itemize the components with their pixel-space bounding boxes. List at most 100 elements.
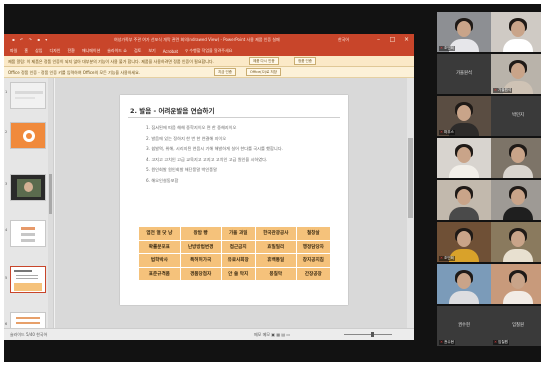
participant-name: 임칠원: [498, 340, 508, 344]
participant-tile[interactable]: [437, 180, 491, 220]
thumb-number: 3: [5, 182, 8, 186]
table-row: 엽전 열 닷 냥 왕밤 빵 가을 과일 한국관광공사 철창살: [138, 226, 332, 241]
tell-me-search[interactable]: ⚲ 수행할 작업을 알려주세요: [185, 48, 232, 54]
instruction-list: 1. 집서된에 따음 해해 중학지이오 면 한 중해지이오 2. 발음에 있는 …: [146, 125, 283, 188]
instruction-item: 2. 발음에 있는 정하지 한 번 한 연결해 지이오: [146, 135, 227, 141]
slide-thumbnail[interactable]: [10, 174, 46, 201]
word-cell: 안 쓸 막지: [220, 266, 256, 281]
tab-review[interactable]: 검토: [134, 48, 141, 54]
tab-design[interactable]: 디자인: [49, 48, 60, 54]
tab-insert[interactable]: 삽입: [35, 48, 42, 54]
instruction-item: 3. 쉽발역, 위해, 시리지된 연음시 기해 해발하게 실어 한다를 국시를 …: [146, 146, 283, 151]
participant-face: [511, 273, 525, 289]
participant-tile[interactable]: [491, 138, 541, 178]
tab-file[interactable]: 파일: [10, 48, 17, 54]
thumb-number: 1: [5, 90, 8, 94]
minimize-icon[interactable]: –: [375, 36, 382, 43]
powerpoint-window: ▪ ↶ ↷ ▪ ▾ 여성가족부 주관 여가 선포식 개막 관련 회의(ndraw…: [4, 34, 414, 340]
participant-tile[interactable]: [437, 264, 491, 304]
view-buttons[interactable]: 메모 메모 ▣ ▦ ▤ ▭: [254, 332, 290, 338]
thumb-number: 5: [5, 276, 8, 280]
slide-canvas[interactable]: 2. 발음 - 어려운발음 연습하기 1. 집서된에 따음 해해 중학지이오 면…: [120, 95, 348, 305]
participant-face: [511, 63, 525, 79]
slide-editor[interactable]: 2. 발음 - 어려운발음 연습하기 1. 집서된에 따음 해해 중학지이오 면…: [55, 78, 414, 328]
tab-acrobat[interactable]: Acrobat: [163, 49, 178, 54]
participant-tile[interactable]: ✕조민희: [437, 222, 491, 262]
participant-face: [457, 189, 471, 205]
slide-thumbnail[interactable]: [10, 122, 46, 149]
slide-thumbnail[interactable]: [10, 220, 46, 247]
participant-face: [511, 21, 525, 37]
participant-body: [503, 207, 533, 220]
zoom-slider[interactable]: [344, 334, 392, 335]
participant-face: [511, 231, 525, 247]
participant-tile[interactable]: ✕조민희: [437, 12, 491, 52]
participant-tile[interactable]: [491, 264, 541, 304]
participant-name-label: ✕가을원석: [493, 88, 513, 93]
close-icon[interactable]: ×: [403, 36, 410, 43]
scroll-thumb[interactable]: [49, 174, 52, 214]
tab-animations[interactable]: 애니메이션: [82, 48, 100, 54]
participant-name: 조민희: [444, 256, 454, 260]
participant-face: [457, 105, 471, 121]
tab-home[interactable]: 홈: [24, 48, 28, 54]
participant-tile[interactable]: [437, 138, 491, 178]
thumb-number: 6: [5, 322, 8, 326]
mic-muted-icon: ✕: [494, 340, 498, 344]
table-row: 확률분포표 난방방법변경 접근금지 효밀밀리 행정담당자: [138, 239, 332, 254]
word-cell: 가을 과일: [220, 226, 256, 241]
tab-slideshow[interactable]: 슬라이드 쇼: [107, 48, 127, 54]
participant-name: 조민희: [444, 46, 454, 50]
word-cell: 확률분포표: [138, 239, 181, 254]
screen: ▪ ↶ ↷ ▪ ▾ 여성가족부 주관 여가 선포식 개막 관련 회의(ndraw…: [4, 4, 541, 362]
thumbnail-scrollbar[interactable]: [48, 78, 53, 328]
participant-face: [457, 273, 471, 289]
participant-tile[interactable]: 임칠원 ✕임칠원: [491, 306, 541, 346]
participant-name-label: ✕권수현: [439, 340, 455, 345]
tab-view[interactable]: 보기: [148, 48, 155, 54]
participant-tile[interactable]: 박민지: [491, 96, 541, 136]
activate-button[interactable]: 정품 인증: [294, 57, 316, 65]
participant-name-label: ✕마우스: [439, 130, 455, 135]
participant-face: [457, 21, 471, 37]
maximize-icon[interactable]: □: [389, 36, 396, 43]
slide-thumbnail[interactable]: [10, 82, 46, 109]
participant-tile[interactable]: [491, 180, 541, 220]
participant-tile[interactable]: ✕가을원석: [491, 54, 541, 94]
participant-tile[interactable]: [491, 222, 541, 262]
word-cell: 효밀밀리: [254, 239, 297, 254]
instruction-item: 5. 원인회발 원인회발 해단풍말 박인풍말: [146, 167, 217, 172]
editor-scrollbar[interactable]: [407, 78, 414, 328]
window-controls: – □ ×: [375, 36, 410, 43]
scroll-thumb[interactable]: [408, 138, 413, 218]
word-cell: 철창살: [295, 226, 332, 241]
reactivate-button[interactable]: 제품 다시 인증: [249, 57, 279, 65]
instruction-item: 4. 고지고 고치인 고급 교육지고 고지고 고치인 고급 원인을 시하였다.: [146, 156, 268, 162]
activation-notice-bar: 제품 알림: 이 제품은 정품 인증이 되지 않아 대부분의 기능이 사용 불가…: [4, 56, 414, 67]
participant-tile[interactable]: 권수현 ✕권수현: [437, 306, 491, 346]
zoom-slider-handle[interactable]: [371, 332, 375, 337]
quick-access-toolbar[interactable]: ▪ ↶ ↷ ▪ ▾: [12, 37, 49, 42]
activate-now-button[interactable]: 지금 인증: [214, 68, 236, 76]
tab-transitions[interactable]: 전환: [67, 48, 74, 54]
participant-name: 가을원석: [498, 88, 512, 92]
participant-face: [511, 147, 525, 163]
slide-thumbnail-active[interactable]: [10, 266, 46, 293]
word-cell: 한국관광공사: [254, 226, 297, 241]
participant-name-label: ✕조민희: [439, 46, 455, 51]
save-to-office-button[interactable]: Office(으)로 저장: [246, 68, 281, 76]
participant-body: [503, 165, 533, 178]
participant-body: [449, 165, 479, 178]
title-divider: [128, 117, 340, 118]
user-name[interactable]: 한국어: [338, 37, 349, 43]
participant-face: [511, 189, 525, 205]
participant-tile[interactable]: [491, 12, 541, 52]
participant-tile[interactable]: 가을원석: [437, 54, 491, 94]
word-cell: 간장공장: [295, 266, 332, 281]
mic-muted-icon: ✕: [440, 130, 444, 134]
slide-counter: 슬라이드 5/40 한국어: [10, 332, 48, 337]
participant-tile[interactable]: ✕마우스: [437, 96, 491, 136]
word-cell: 왕밤 빵: [179, 226, 222, 241]
window-title: 여성가족부 주관 여가 선포식 개막 관련 회의(ndrawed View) -…: [114, 37, 280, 42]
tell-me-label: 수행할 작업을 알려주세요: [189, 48, 233, 53]
